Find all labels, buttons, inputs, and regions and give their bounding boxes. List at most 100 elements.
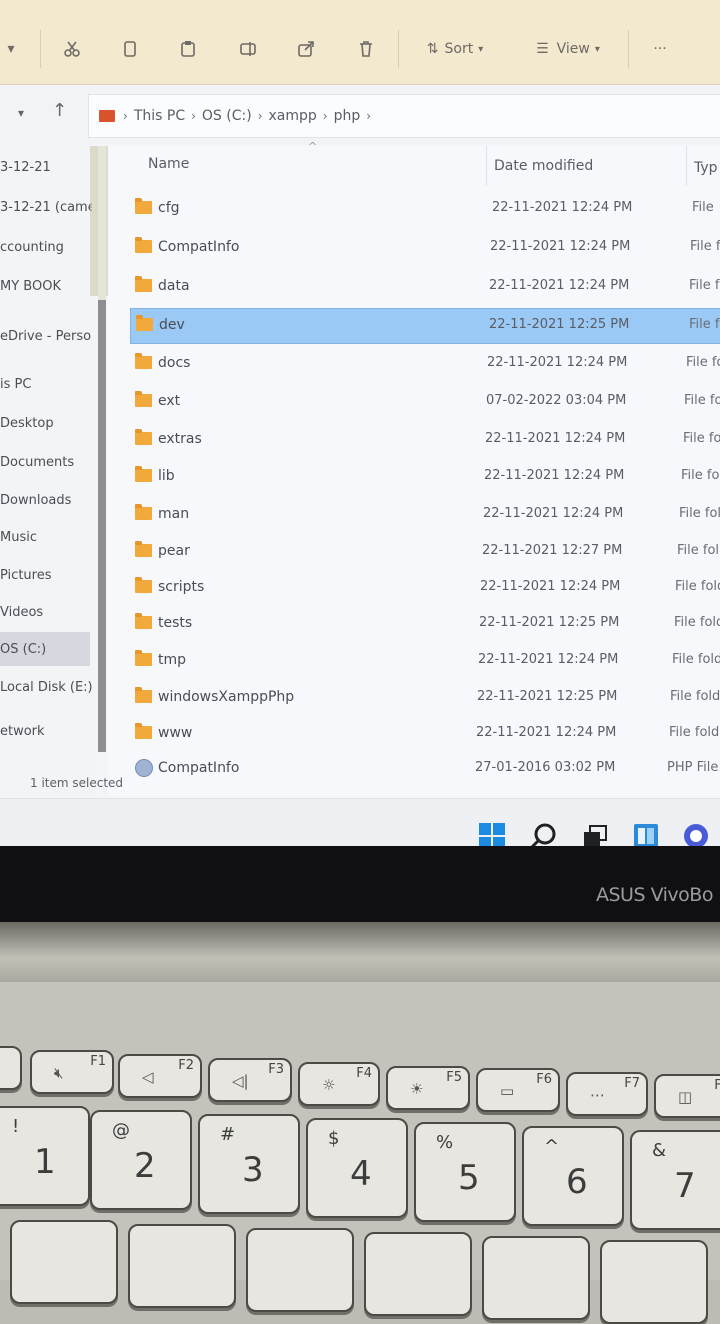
file-row[interactable]: tests 22-11-2021 12:25 PM File fold — [130, 607, 720, 641]
column-header-date-modified[interactable]: Date modified — [494, 158, 593, 174]
sidebar-item-documents[interactable]: Documents — [0, 455, 92, 470]
sidebar-item-os-c[interactable]: OS (C:) — [0, 642, 92, 657]
folder-icon — [136, 315, 153, 331]
chevron-right-icon: › — [366, 109, 372, 123]
up-arrow-icon[interactable]: ↑ — [52, 100, 67, 121]
file-date-modified: 22-11-2021 12:25 PM — [479, 615, 620, 630]
file-row[interactable]: CompatInfo 22-11-2021 12:24 PM File f — [130, 231, 720, 265]
sidebar-item-desktop[interactable]: Desktop — [0, 416, 92, 431]
file-date-modified: 22-11-2021 12:24 PM — [484, 468, 625, 483]
sidebar-item-this-pc[interactable]: is PC — [0, 377, 92, 392]
breadcrumb-xampp[interactable]: xampp — [269, 108, 317, 124]
key-number: 4 — [350, 1154, 372, 1194]
brightness-down-icon: ☼ — [322, 1076, 336, 1094]
key-number: 7 — [674, 1166, 696, 1206]
key-symbol: @ — [112, 1120, 130, 1141]
file-date-modified: 22-11-2021 12:25 PM — [477, 689, 618, 704]
paste-icon[interactable] — [174, 34, 202, 64]
file-date-modified: 22-11-2021 12:25 PM — [489, 317, 630, 332]
file-type: PHP File — [667, 760, 719, 775]
file-row[interactable]: docs 22-11-2021 12:24 PM File fo — [130, 347, 720, 381]
file-row[interactable]: www 22-11-2021 12:24 PM File folde — [130, 717, 720, 751]
column-header-type[interactable]: Typ — [694, 160, 718, 176]
sort-button[interactable]: ⇅ Sort ▾ — [416, 34, 494, 64]
key-number: 2 — [134, 1146, 156, 1186]
chevron-down-icon: ▾ — [594, 43, 600, 55]
file-type: File fol — [679, 506, 720, 521]
rename-icon[interactable] — [234, 34, 262, 64]
column-divider[interactable] — [486, 146, 487, 186]
file-row[interactable]: dev 22-11-2021 12:25 PM File fo — [130, 308, 720, 344]
file-row[interactable]: cfg 22-11-2021 12:24 PM File — [130, 192, 720, 226]
file-row[interactable]: windowsXamppPhp 22-11-2021 12:25 PM File f… — [130, 681, 720, 715]
file-name: extras — [158, 431, 202, 447]
file-name: ext — [158, 393, 181, 409]
key-label: F7 — [624, 1076, 640, 1091]
address-bar[interactable]: › This PC › OS (C:) › xampp › php › — [88, 94, 720, 138]
sidebar-item-my-book[interactable]: MY BOOK — [0, 279, 92, 294]
breadcrumb-php[interactable]: php — [334, 108, 361, 124]
sidebar-scrollbar-thumb[interactable] — [98, 300, 106, 752]
column-header-name[interactable]: Name — [148, 156, 189, 172]
delete-icon[interactable] — [352, 34, 380, 64]
sidebar-item-3-12-21[interactable]: 3-12-21 — [0, 160, 92, 175]
file-type: File fo — [681, 468, 720, 483]
file-row[interactable]: tmp 22-11-2021 12:24 PM File fold — [130, 644, 720, 678]
file-row[interactable]: man 22-11-2021 12:24 PM File fol — [130, 498, 720, 532]
sidebar-item-3-12-21-camera[interactable]: 3-12-21 (came — [0, 200, 92, 215]
folder-icon — [135, 466, 152, 482]
sidebar-item-network[interactable]: etwork — [0, 724, 92, 739]
cut-icon[interactable] — [58, 34, 86, 64]
laptop-hinge — [0, 922, 720, 982]
sidebar-item-videos[interactable]: Videos — [0, 605, 92, 620]
key-label: F5 — [446, 1070, 462, 1085]
sidebar-item-accounting[interactable]: ccounting — [0, 240, 92, 255]
key-4: $ 4 — [306, 1118, 408, 1218]
folder-icon — [135, 237, 152, 253]
file-date-modified: 22-11-2021 12:24 PM — [485, 431, 626, 446]
file-explorer-window: ▾ ⇅ Sort ▾ ☰ View ▾ ··· ▾ ↑ › This PC › … — [0, 0, 720, 858]
file-row[interactable]: extras 22-11-2021 12:24 PM File fo — [130, 423, 720, 457]
key-label: F2 — [178, 1058, 194, 1073]
key-6: ^ 6 — [522, 1126, 624, 1226]
column-divider[interactable] — [686, 146, 687, 186]
view-button[interactable]: ☰ View ▾ — [526, 34, 610, 64]
recent-locations-icon[interactable]: ▾ — [18, 106, 24, 120]
file-name: man — [158, 506, 190, 522]
file-row[interactable]: ext 07-02-2022 03:04 PM File fo — [130, 385, 720, 419]
sidebar-item-downloads[interactable]: Downloads — [0, 493, 92, 508]
breadcrumb-os-c[interactable]: OS (C:) — [202, 108, 252, 124]
key-3: # 3 — [198, 1114, 300, 1214]
share-icon[interactable] — [292, 34, 320, 64]
chevron-right-icon: › — [191, 109, 196, 123]
copy-icon[interactable] — [116, 34, 144, 64]
sidebar-item-music[interactable]: Music — [0, 530, 92, 545]
key-f7: ⋯ F7 — [566, 1072, 648, 1116]
sidebar-item-pictures[interactable]: Pictures — [0, 568, 92, 583]
toolbar-divider — [398, 30, 399, 68]
file-date-modified: 22-11-2021 12:24 PM — [487, 355, 628, 370]
new-dropdown-icon[interactable]: ▾ — [0, 34, 22, 64]
file-row[interactable]: data 22-11-2021 12:24 PM File f — [130, 270, 720, 304]
file-name: tmp — [158, 652, 187, 668]
toolbar-divider — [628, 30, 629, 68]
key-label: F8 — [714, 1078, 720, 1093]
sidebar-item-onedrive[interactable]: eDrive - Perso — [0, 329, 92, 344]
file-row[interactable]: pear 22-11-2021 12:27 PM File fol — [130, 535, 720, 569]
file-type: File f — [689, 278, 720, 293]
file-row[interactable]: lib 22-11-2021 12:24 PM File fo — [130, 460, 720, 494]
sidebar-item-local-disk-e[interactable]: Local Disk (E:) — [0, 680, 92, 695]
file-type: File folde — [669, 725, 720, 740]
more-options-button[interactable]: ··· — [642, 34, 678, 64]
key-number: 5 — [458, 1158, 480, 1198]
key-f2: ◁ F2 — [118, 1054, 202, 1098]
file-name: CompatInfo — [158, 239, 240, 255]
file-type: File fo — [689, 317, 720, 332]
file-row[interactable]: scripts 22-11-2021 12:24 PM File fold — [130, 571, 720, 605]
key-w — [128, 1224, 236, 1308]
folder-icon — [135, 391, 152, 407]
breadcrumb-this-pc[interactable]: This PC — [134, 108, 185, 124]
key-f6: ▭ F6 — [476, 1068, 560, 1112]
folder-icon — [135, 650, 152, 666]
key-symbol: # — [220, 1124, 236, 1145]
